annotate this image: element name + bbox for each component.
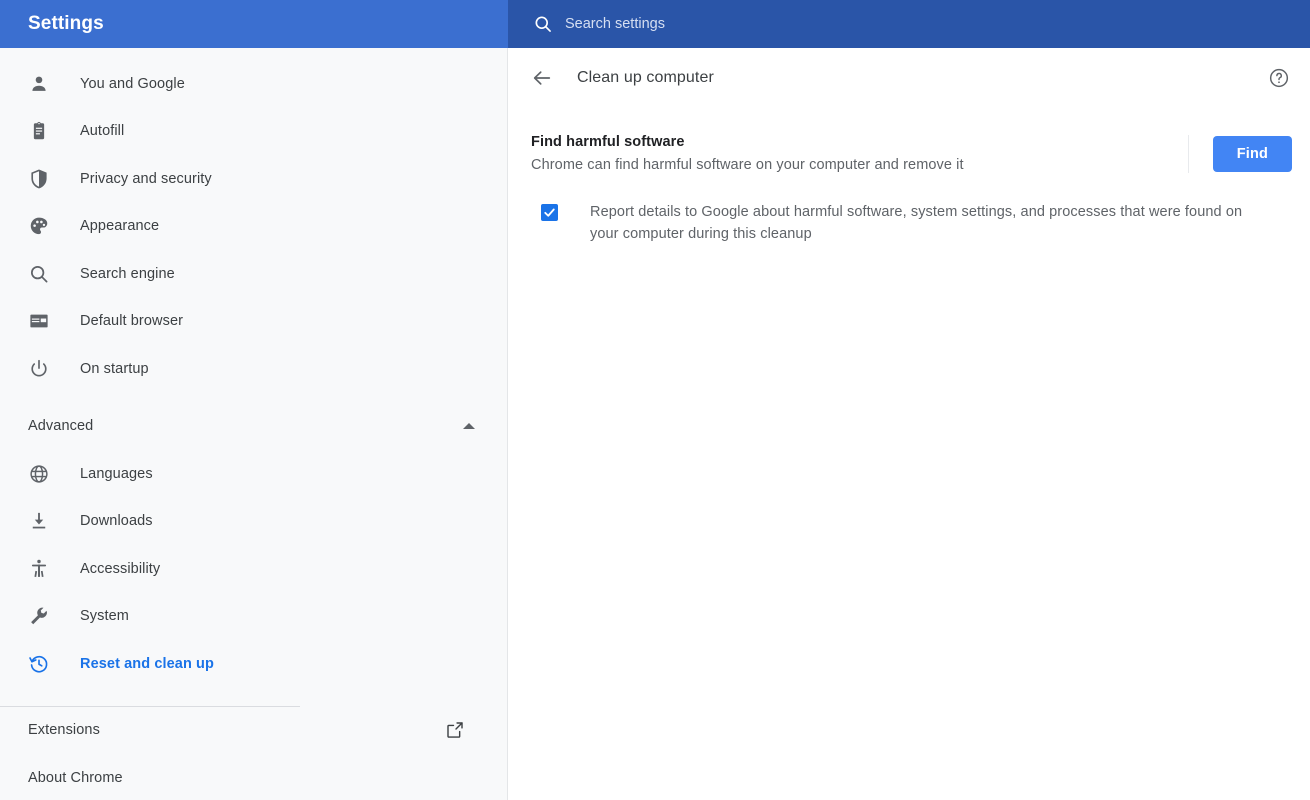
sidebar-item-accessibility[interactable]: Accessibility [0, 545, 507, 593]
sidebar-item-default-browser[interactable]: Default browser [0, 298, 507, 346]
search-bar[interactable] [508, 0, 1310, 48]
sidebar-item-label: Privacy and security [80, 170, 212, 187]
sidebar-item-label: You and Google [80, 75, 185, 92]
sidebar-item-system[interactable]: System [0, 593, 507, 641]
help-circle-icon[interactable] [1268, 67, 1290, 89]
find-harmful-software-section: Find harmful software Chrome can find ha… [509, 108, 1310, 173]
sidebar-item-privacy-and-security[interactable]: Privacy and security [0, 155, 507, 203]
section-title: Find harmful software [531, 134, 685, 150]
top-bar-left: Settings [0, 0, 508, 48]
app-title: Settings [28, 13, 104, 34]
sidebar-item-label: Default browser [80, 313, 184, 330]
section-text: Find harmful software Chrome can find ha… [531, 134, 1188, 173]
report-details-checkbox-label[interactable]: Report details to Google about harmful s… [590, 201, 1270, 245]
main-header: Clean up computer [509, 48, 1310, 108]
sidebar-item-about-chrome[interactable]: About Chrome [0, 754, 507, 800]
person-icon [32, 76, 46, 91]
shield-icon [31, 169, 47, 189]
globe-icon [30, 465, 48, 483]
sidebar-item-label: Languages [80, 465, 153, 482]
checkmark-icon [544, 208, 555, 217]
report-details-checkbox-row: Report details to Google about harmful s… [509, 173, 1310, 245]
sidebar-item-label: Search engine [80, 265, 175, 282]
sidebar-group-label: Advanced [28, 418, 94, 435]
sidebar-item-on-startup[interactable]: On startup [0, 345, 507, 393]
sidebar-item-autofill[interactable]: Autofill [0, 108, 507, 156]
find-button[interactable]: Find [1212, 135, 1292, 172]
palette-icon [30, 217, 48, 235]
clipboard-icon [33, 122, 45, 140]
wrench-icon [31, 607, 47, 625]
back-arrow-icon[interactable] [531, 67, 553, 89]
sidebar-item-languages[interactable]: Languages [0, 450, 507, 498]
sidebar-item-label: Downloads [80, 513, 153, 530]
search-input[interactable] [565, 7, 1165, 41]
sidebar-item-label: About Chrome [28, 769, 123, 786]
sidebar-item-appearance[interactable]: Appearance [0, 203, 507, 251]
section-separator [1187, 134, 1189, 173]
sidebar-item-search-engine[interactable]: Search engine [0, 250, 507, 298]
magnifier-icon [30, 265, 48, 283]
sidebar-item-label: Appearance [80, 218, 160, 235]
sidebar-item-label: Reset and clean up [80, 655, 214, 672]
sidebar-item-you-and-google[interactable]: You and Google [0, 60, 507, 108]
main-content: Clean up computer Find harmful software … [509, 48, 1310, 800]
history-icon [29, 655, 48, 673]
sidebar-item-label: Autofill [80, 123, 125, 140]
search-icon [535, 16, 551, 32]
sidebar: You and Google Autofill Privacy and secu… [0, 48, 508, 800]
power-icon [31, 359, 47, 377]
chevron-up-icon [463, 423, 475, 430]
accessibility-icon [31, 559, 47, 577]
sidebar-group-advanced[interactable]: Advanced [0, 403, 507, 451]
section-subtitle: Chrome can find harmful software on your… [531, 157, 964, 173]
sidebar-item-extensions[interactable]: Extensions [0, 707, 507, 755]
sidebar-item-downloads[interactable]: Downloads [0, 498, 507, 546]
sidebar-item-reset-and-clean-up[interactable]: Reset and clean up [0, 640, 507, 688]
page-title: Clean up computer [577, 69, 714, 86]
sidebar-item-label: Extensions [28, 722, 100, 739]
report-details-checkbox[interactable] [541, 204, 558, 221]
external-link-icon [447, 722, 463, 739]
sidebar-item-label: System [80, 608, 129, 625]
sidebar-item-label: Accessibility [80, 560, 161, 577]
browser-window-icon [30, 314, 48, 328]
sidebar-nav-list: You and Google Autofill Privacy and secu… [0, 48, 507, 800]
download-icon [32, 513, 46, 529]
sidebar-item-label: On startup [80, 360, 149, 377]
top-bar: Settings [0, 0, 1310, 48]
